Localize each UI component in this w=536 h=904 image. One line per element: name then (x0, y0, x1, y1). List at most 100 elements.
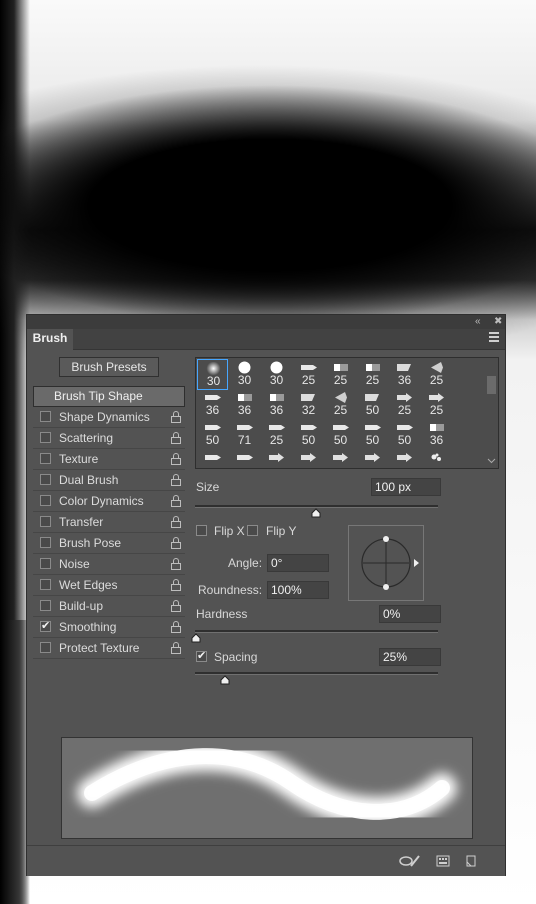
option-build-up[interactable]: Build-up (33, 596, 185, 617)
size-slider-thumb[interactable] (311, 508, 321, 518)
brush-tip-cell[interactable]: 36 (421, 419, 452, 450)
option-checkbox[interactable] (40, 537, 51, 548)
brush-tip-cell[interactable]: 36 (389, 359, 420, 390)
scroll-down-icon[interactable] (487, 458, 496, 464)
brush-tip-cell[interactable] (197, 449, 228, 468)
lock-icon[interactable] (171, 516, 181, 528)
lock-icon[interactable] (171, 642, 181, 654)
pencil-tip-icon (229, 421, 260, 433)
brush-tip-cell[interactable]: 25 (325, 359, 356, 390)
brush-tip-cell[interactable]: 50 (389, 419, 420, 450)
brush-tip-cell[interactable]: 25 (325, 389, 356, 420)
angle-roundness-widget[interactable] (348, 525, 424, 601)
option-checkbox[interactable]: ✔ (40, 621, 51, 632)
lock-icon[interactable] (171, 495, 181, 507)
arrow-tip-icon (389, 451, 420, 463)
option-smoothing[interactable]: ✔ Smoothing (33, 617, 185, 638)
brush-tip-cell[interactable] (357, 449, 388, 468)
brush-tip-cell[interactable] (261, 449, 292, 468)
brush-tip-cell[interactable]: 50 (293, 419, 324, 450)
brush-tip-cell[interactable]: 50 (357, 389, 388, 420)
option-checkbox[interactable] (40, 411, 51, 422)
option-checkbox[interactable] (40, 642, 51, 653)
option-scattering[interactable]: Scattering (33, 428, 185, 449)
toggle-live-tip-preview-icon[interactable] (399, 854, 421, 868)
option-noise[interactable]: Noise (33, 554, 185, 575)
lock-icon[interactable] (171, 474, 181, 486)
brush-tip-cell[interactable] (389, 449, 420, 468)
roundness-field[interactable]: 100% (267, 581, 329, 599)
lock-icon[interactable] (171, 537, 181, 549)
brush-tip-cell[interactable]: 25 (421, 359, 452, 390)
brush-tip-cell[interactable]: 25 (421, 389, 452, 420)
brush-tip-cell[interactable]: 25 (293, 359, 324, 390)
option-checkbox[interactable] (40, 453, 51, 464)
option-checkbox[interactable] (40, 579, 51, 590)
brush-tip-cell[interactable]: 30 (197, 359, 228, 390)
collapse-icon[interactable]: « (475, 316, 481, 328)
grid-scrollbar[interactable] (484, 358, 498, 468)
option-wet-edges[interactable]: Wet Edges (33, 575, 185, 596)
option-dual-brush[interactable]: Dual Brush (33, 470, 185, 491)
brush-tip-cell[interactable]: 50 (357, 419, 388, 450)
option-texture[interactable]: Texture (33, 449, 185, 470)
brush-tip-cell[interactable] (421, 449, 452, 468)
brush-tip-cell[interactable]: 25 (357, 359, 388, 390)
flip-x-checkbox[interactable] (196, 525, 207, 536)
close-icon[interactable]: ✖ (494, 316, 502, 328)
option-shape-dynamics[interactable]: Shape Dynamics (33, 407, 185, 428)
spacing-slider[interactable] (195, 672, 438, 675)
size-field[interactable]: 100 px (371, 478, 441, 496)
option-transfer[interactable]: Transfer (33, 512, 185, 533)
brush-tip-cell[interactable]: 50 (197, 419, 228, 450)
hardness-field[interactable]: 0% (379, 605, 441, 623)
spacing-checkbox[interactable]: ✔ (196, 651, 207, 662)
grid-scrollbar-thumb[interactable] (487, 376, 496, 394)
lock-icon[interactable] (171, 558, 181, 570)
lock-icon[interactable] (171, 411, 181, 423)
angle-field[interactable]: 0° (267, 554, 329, 572)
brush-tip-cell[interactable]: 36 (261, 389, 292, 420)
option-checkbox[interactable] (40, 516, 51, 527)
spacing-slider-thumb[interactable] (220, 675, 230, 685)
option-checkbox[interactable] (40, 474, 51, 485)
flip-y-checkbox[interactable] (247, 525, 258, 536)
brush-tip-cell[interactable]: 25 (389, 389, 420, 420)
option-label: Noise (59, 557, 90, 571)
brush-tip-cell[interactable]: 71 (229, 419, 260, 450)
lock-icon[interactable] (171, 453, 181, 465)
angle-dial-icon[interactable] (349, 526, 423, 600)
brush-tip-cell[interactable] (293, 449, 324, 468)
brush-tip-cell[interactable]: 25 (261, 419, 292, 450)
lock-icon[interactable] (171, 600, 181, 612)
open-preset-manager-icon[interactable] (436, 854, 450, 868)
brush-tip-cell[interactable]: 36 (229, 389, 260, 420)
pencil-tip-icon (197, 451, 228, 463)
tab-brush[interactable]: Brush (27, 329, 73, 350)
brush-tip-cell[interactable]: 50 (325, 419, 356, 450)
brush-tip-shape-item[interactable]: Brush Tip Shape (33, 386, 185, 407)
brush-tip-cell[interactable]: 30 (261, 359, 292, 390)
hardness-slider[interactable] (195, 630, 438, 633)
brush-tip-cell[interactable] (229, 449, 260, 468)
option-checkbox[interactable] (40, 432, 51, 443)
lock-icon[interactable] (171, 621, 181, 633)
option-color-dynamics[interactable]: Color Dynamics (33, 491, 185, 512)
option-checkbox[interactable] (40, 495, 51, 506)
option-protect-texture[interactable]: Protect Texture (33, 638, 185, 659)
option-checkbox[interactable] (40, 600, 51, 611)
option-brush-pose[interactable]: Brush Pose (33, 533, 185, 554)
panel-titlebar[interactable]: « ✖ (27, 315, 505, 329)
spacing-field[interactable]: 25% (379, 648, 441, 666)
brush-presets-button[interactable]: Brush Presets (59, 357, 159, 377)
hardness-slider-thumb[interactable] (191, 633, 201, 643)
brush-tip-cell[interactable]: 32 (293, 389, 324, 420)
panel-menu-icon[interactable] (489, 332, 499, 342)
lock-icon[interactable] (171, 432, 181, 444)
brush-tip-cell[interactable]: 36 (197, 389, 228, 420)
brush-tip-cell[interactable]: 30 (229, 359, 260, 390)
option-checkbox[interactable] (40, 558, 51, 569)
brush-tip-cell[interactable] (325, 449, 356, 468)
lock-icon[interactable] (171, 579, 181, 591)
create-new-brush-icon[interactable] (464, 854, 478, 868)
